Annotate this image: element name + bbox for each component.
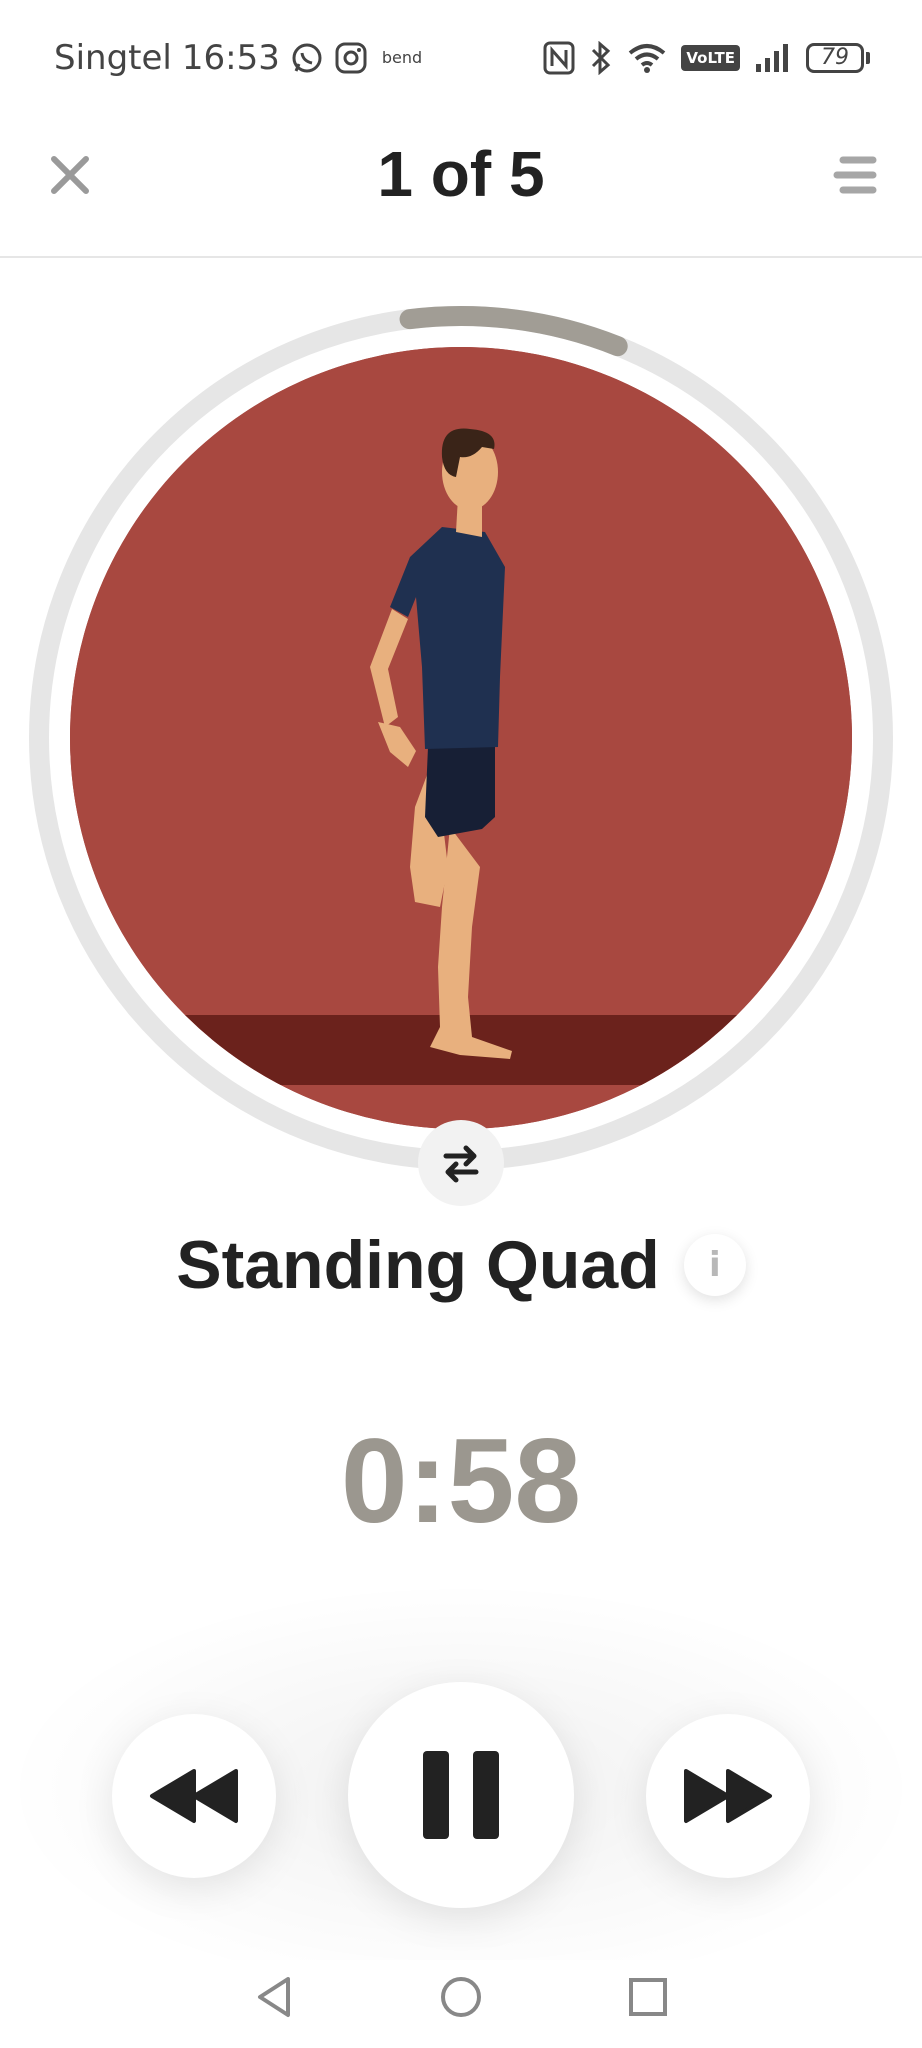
menu-button[interactable]: [826, 150, 886, 200]
battery-indicator: 79: [806, 42, 870, 73]
nav-home-icon: [440, 1976, 481, 2017]
battery-level: 79: [806, 42, 864, 73]
nav-back-icon: [257, 1976, 290, 2017]
menu-icon: [833, 156, 877, 194]
fast-forward-icon: [684, 1769, 772, 1823]
whatsapp-icon: [290, 41, 324, 75]
swap-sides-button[interactable]: [418, 1120, 504, 1206]
nav-recents-button[interactable]: [618, 1967, 678, 2027]
previous-exercise-button[interactable]: [112, 1714, 276, 1878]
workout-header: 1 of 5: [0, 115, 922, 258]
battery-tip: [866, 51, 870, 64]
exercise-progress-ring: [28, 305, 894, 1171]
instagram-icon: [334, 41, 368, 75]
status-bar: Singtel 16:53 bend VoLTE 79: [0, 0, 922, 115]
volte-badge: VoLTE: [681, 44, 740, 71]
nav-home-button[interactable]: [431, 1967, 491, 2027]
app-notification-label: bend: [381, 48, 423, 67]
next-exercise-button[interactable]: [646, 1714, 810, 1878]
pause-button[interactable]: [348, 1682, 574, 1908]
wifi-icon: [627, 42, 667, 74]
pause-icon: [423, 1751, 499, 1839]
info-button[interactable]: i: [683, 1234, 746, 1296]
bluetooth-icon: [589, 40, 613, 75]
nav-back-button[interactable]: [244, 1967, 304, 2027]
exercise-name: Standing Quad: [176, 1227, 660, 1303]
swap-sides-icon: [443, 1145, 479, 1183]
rewind-icon: [150, 1769, 238, 1823]
clock: 16:53: [181, 37, 280, 78]
status-right: VoLTE 79: [543, 40, 870, 75]
info-icon: i: [708, 1245, 721, 1285]
exercise-title-row: Standing Quad i: [0, 1220, 922, 1310]
countdown-timer: 0:58: [340, 1414, 582, 1548]
status-left: Singtel 16:53 bend: [54, 38, 422, 78]
signal-icon: [754, 42, 792, 74]
system-nav-bar: [0, 1945, 922, 2048]
exercise-counter: 1 of 5: [377, 138, 545, 210]
carrier-label: Singtel: [54, 37, 172, 78]
nav-recents-icon: [629, 1977, 668, 2016]
nfc-icon: [543, 41, 575, 75]
exercise-illustration: [70, 347, 852, 1129]
